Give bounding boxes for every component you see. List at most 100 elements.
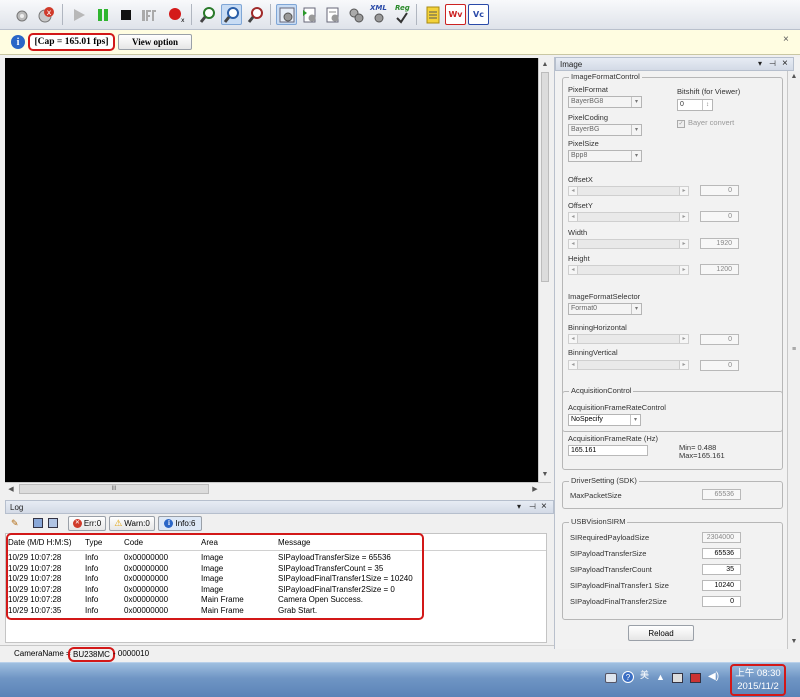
system-clock[interactable]: 上午 08:30 2015/11/2	[730, 664, 786, 696]
reload-button[interactable]: Reload	[628, 625, 694, 641]
property-panel-header: Image ▾ ⊣ ×	[555, 57, 794, 71]
dock-menu-icon[interactable]: ▾	[517, 502, 521, 511]
height-slider[interactable]: ◂ ▸	[568, 265, 689, 275]
transfer-count-value[interactable]: 35	[702, 564, 741, 575]
log-highlight	[6, 533, 424, 620]
format-selector-select[interactable]: Format0 ▾	[568, 303, 642, 315]
register-icon[interactable]: Reg	[391, 4, 412, 25]
binning-vertical-value[interactable]: 0	[700, 360, 739, 371]
config-icon[interactable]	[276, 4, 297, 25]
notepad-icon[interactable]	[422, 4, 443, 25]
svg-text:x1: x1	[181, 17, 185, 24]
viewer-horizontal-scrollbar[interactable]: ◀ III ▶	[5, 482, 551, 495]
frame-rate-control-select[interactable]: NoSpecify ▾	[568, 414, 641, 426]
clear-log-icon[interactable]: ✎	[11, 518, 19, 529]
bayer-convert-checkbox[interactable]: ✓ Bayer convert	[677, 118, 734, 128]
offset-y-slider[interactable]: ◂ ▸	[568, 212, 689, 222]
dock-menu-icon[interactable]: ▾	[758, 59, 762, 68]
binning-horizontal-value[interactable]: 0	[700, 334, 739, 345]
close-panel-icon[interactable]: ×	[782, 58, 788, 69]
close-icon[interactable]: ×	[783, 34, 789, 45]
volume-icon[interactable]: ◀)	[708, 671, 719, 682]
flag-icon[interactable]	[672, 673, 683, 683]
log-toolbar: ✎ ✕ Err:0 ⚠ Warn:0 i Info:6	[5, 514, 554, 533]
final-transfer2-value[interactable]: 0	[702, 596, 741, 607]
play-icon[interactable]	[68, 4, 89, 25]
final-transfer1-value[interactable]: 10240	[702, 580, 741, 591]
xml-icon[interactable]: XML	[368, 4, 389, 25]
network-icon[interactable]	[690, 673, 701, 683]
transfer-size-value[interactable]: 65536	[702, 548, 741, 559]
save-log-icon[interactable]	[33, 518, 43, 528]
show-hidden-icons[interactable]: ▲	[656, 672, 665, 682]
usb-vision-group: USBVisionSIRM SIRequiredPayloadSize 2304…	[562, 517, 783, 620]
config-load-icon[interactable]	[299, 4, 320, 25]
image-viewer[interactable]	[5, 58, 538, 482]
info-small-icon: i	[164, 519, 174, 528]
offset-x-value[interactable]: 0	[700, 185, 739, 196]
scroll-thumb[interactable]	[541, 72, 549, 282]
pin-icon[interactable]: ⊣	[529, 502, 536, 511]
image-format-group: ImageFormatControl PixelFormat BayerBG8 ▾…	[562, 72, 783, 432]
zoom-fit-icon[interactable]	[221, 4, 242, 25]
keyboard-icon[interactable]	[605, 673, 617, 683]
pixel-coding-select[interactable]: BayerBG ▾	[568, 124, 642, 136]
save-all-log-icon[interactable]	[48, 518, 58, 528]
svg-text:x: x	[46, 8, 51, 17]
config-reset-icon[interactable]	[345, 4, 366, 25]
height-value[interactable]: 1200	[700, 264, 739, 275]
main-toolbar: x x1 XML Reg Wv Vc	[0, 0, 800, 30]
width-value[interactable]: 1920	[700, 238, 739, 249]
scroll-left-icon[interactable]: ◀	[5, 483, 17, 495]
binning-horizontal-slider[interactable]: ◂ ▸	[568, 334, 689, 344]
bitshift-spinner[interactable]: 0 ↕	[677, 99, 713, 111]
camera-open-icon[interactable]: x	[35, 4, 56, 25]
zoom-in-icon[interactable]	[197, 4, 218, 25]
trigger-icon[interactable]	[138, 4, 159, 25]
scroll-down-icon[interactable]: ▼	[539, 468, 551, 480]
required-payload-value[interactable]: 2304000	[702, 532, 741, 543]
warnings-tab[interactable]: ⚠ Warn:0	[109, 516, 155, 531]
waveform-icon[interactable]: Wv	[445, 4, 466, 25]
scroll-up-icon[interactable]: ▲	[539, 58, 551, 70]
scroll-grip[interactable]: ≡	[788, 346, 800, 353]
camera-model: BU238MC	[68, 647, 115, 662]
width-slider[interactable]: ◂ ▸	[568, 239, 689, 249]
offset-y-value[interactable]: 0	[700, 211, 739, 222]
binning-vertical-slider[interactable]: ◂ ▸	[568, 360, 689, 370]
fps-indicator: [Cap = 165.01 fps]	[28, 33, 115, 51]
frame-rate-input[interactable]: 165.161	[568, 445, 648, 456]
error-icon: ✕	[72, 519, 82, 528]
scroll-thumb[interactable]: III	[19, 484, 209, 494]
scroll-down-icon[interactable]: ▼	[788, 636, 800, 647]
zoom-out-icon[interactable]	[245, 4, 266, 25]
ime-icon[interactable]: 美	[640, 668, 649, 681]
acquisition-group: AcquisitionControl AcquisitionFrameRateC…	[562, 386, 783, 470]
viewer-vertical-scrollbar[interactable]: ▲ ▼	[538, 58, 551, 482]
scroll-right-icon[interactable]: ▶	[529, 483, 541, 495]
max-packet-value[interactable]: 65536	[702, 489, 741, 500]
record-icon[interactable]: x1	[165, 4, 186, 25]
image-property-panel: Image ▾ ⊣ × ▲ ≡ ▼ ImageFormatControl Pix…	[554, 57, 800, 649]
driver-setting-group: DriverSetting (SDK) MaxPacketSize 65536	[562, 476, 783, 509]
panel-scrollbar[interactable]: ▲ ≡ ▼	[787, 71, 800, 649]
pixel-format-select[interactable]: BayerBG8 ▾	[568, 96, 642, 108]
log-panel-header: Log ▾ ⊣ ×	[5, 500, 554, 514]
config-save-icon[interactable]	[322, 4, 343, 25]
help-icon[interactable]: ?	[622, 671, 634, 683]
view-option-button[interactable]: View option	[118, 34, 192, 50]
info-icon: i	[11, 35, 25, 49]
vc-icon[interactable]: Vc	[468, 4, 489, 25]
offset-x-slider[interactable]: ◂ ▸	[568, 186, 689, 196]
status-bar: CameraName = BU238MC - 0000010	[0, 645, 554, 662]
errors-tab[interactable]: ✕ Err:0	[68, 516, 106, 531]
info-tab[interactable]: i Info:6	[158, 516, 202, 531]
warning-icon: ⚠	[114, 518, 123, 528]
camera-settings-icon[interactable]	[11, 4, 32, 25]
pixel-size-select[interactable]: Bpp8 ▾	[568, 150, 642, 162]
scroll-up-icon[interactable]: ▲	[788, 71, 800, 82]
pause-icon[interactable]	[92, 4, 113, 25]
close-log-icon[interactable]: ×	[541, 501, 547, 512]
stop-icon[interactable]	[115, 4, 136, 25]
pin-icon[interactable]: ⊣	[769, 59, 776, 68]
